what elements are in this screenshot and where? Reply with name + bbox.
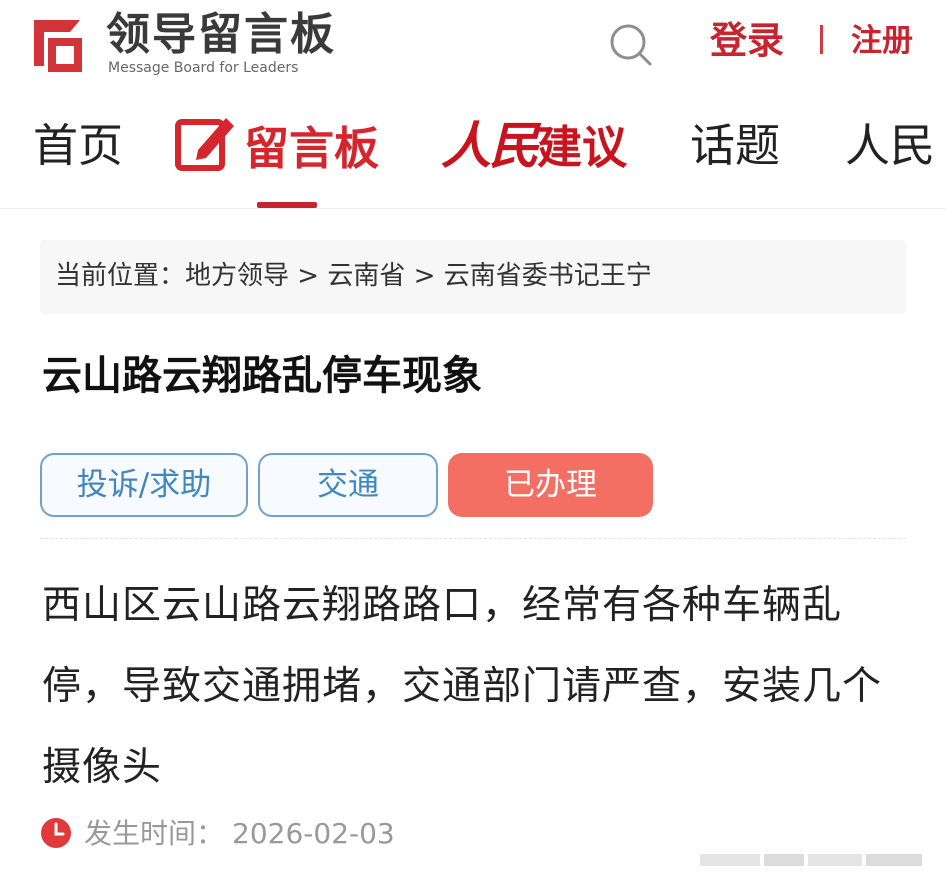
breadcrumb-item-leader[interactable]: 云南省委书记王宁 [444,261,652,291]
nav-item-home[interactable]: 首页 [33,112,123,180]
tag-domain[interactable]: 交通 [258,453,438,517]
logo-subtitle: Message Board for Leaders [108,60,299,76]
breadcrumb: 当前位置：地方领导 > 云南省 > 云南省委书记王宁 [40,240,906,314]
pen-icon [175,118,234,171]
watermark-graphic [700,854,922,866]
divider [40,538,906,539]
breadcrumb-item-local-leaders[interactable]: 地方领导 [185,261,289,291]
nav-item-message-board[interactable]: 留言板 [174,112,379,183]
nav-item-suggestions[interactable]: 人民建议 [441,112,627,182]
occurrence-time: 发生时间： 2026-02-03 [40,812,395,856]
nav-item-suggestions-label: 建议 [537,121,628,174]
post-content: 西山区云山路云翔路路口，经常有各种车辆乱停，导致交通拥堵，交通部门请严查，安装几… [42,583,883,790]
header: 领导留言板 Message Board for Leaders 登录 注册 [0,0,946,100]
search-icon[interactable] [607,21,655,69]
page-title: 云山路云翔路乱停车现象 [42,353,482,399]
breadcrumb-trail: 当前位置：地方领导 > 云南省 > 云南省委书记王宁 [55,256,652,296]
time-value: 2026-02-03 [232,817,395,850]
clock-icon [41,818,71,848]
logo-icon [34,20,82,72]
breadcrumb-separator: > [405,261,444,291]
header-divider [820,25,823,54]
breadcrumb-separator: > [289,261,328,291]
time-label: 发生时间： [84,817,225,850]
logo-title: 领导留言板 [106,9,336,60]
nav-active-indicator [257,202,317,208]
login-link[interactable]: 登录 [710,16,784,66]
register-link[interactable]: 注册 [851,18,913,64]
breadcrumb-item-province[interactable]: 云南省 [327,261,405,291]
nav-item-people[interactable]: 人民 [845,112,935,180]
nav-item-suggestions-script: 人民 [441,116,539,175]
main-nav: 首页 留言板 人民建议 话题 人民 [0,100,946,209]
breadcrumb-prefix: 当前位置： [55,261,186,291]
tag-category[interactable]: 投诉/求助 [40,453,248,517]
nav-item-topics[interactable]: 话题 [690,112,780,180]
nav-item-message-board-label: 留言板 [244,122,380,175]
status-badge: 已办理 [448,453,653,517]
